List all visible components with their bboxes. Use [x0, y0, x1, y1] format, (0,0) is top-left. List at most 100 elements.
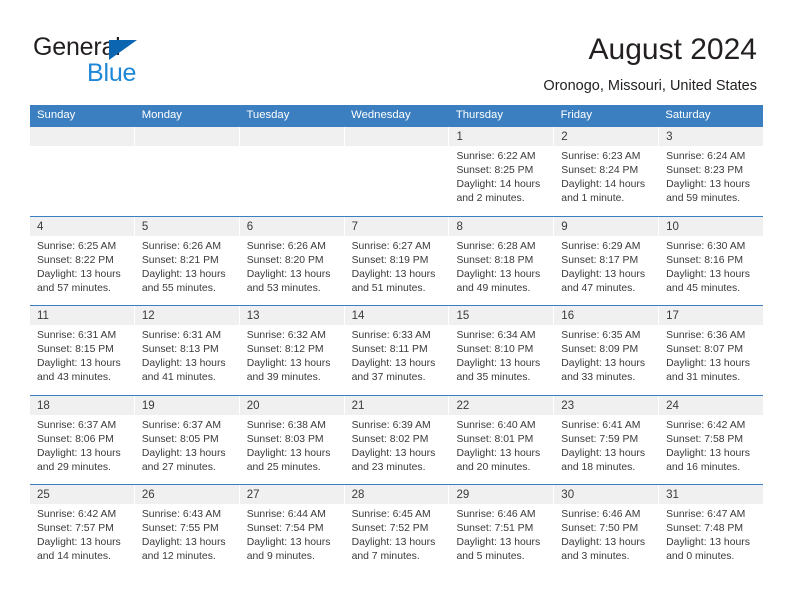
day-cell[interactable]: 7 Sunrise: 6:27 AM Sunset: 8:19 PM Dayli…	[344, 216, 450, 305]
day-number: 20	[246, 399, 260, 412]
day-details: Sunrise: 6:26 AM Sunset: 8:21 PM Dayligh…	[135, 236, 239, 296]
day-cell[interactable]: 23 Sunrise: 6:41 AM Sunset: 7:59 PM Dayl…	[554, 395, 660, 484]
daylight-line-1: Daylight: 13 hours	[561, 358, 646, 369]
daylight-line-2: and 43 minutes.	[37, 372, 111, 383]
day-cell[interactable]: 11 Sunrise: 6:31 AM Sunset: 8:15 PM Dayl…	[30, 306, 135, 395]
sunrise-line: Sunrise: 6:30 AM	[666, 240, 746, 252]
day-details: Sunrise: 6:22 AM Sunset: 8:25 PM Dayligh…	[449, 146, 553, 206]
day-number: 9	[561, 220, 568, 233]
day-cell[interactable]: 4 Sunrise: 6:25 AM Sunset: 8:22 PM Dayli…	[30, 216, 135, 305]
sunset-line: Sunset: 8:11 PM	[351, 344, 428, 355]
sunrise-line: Sunrise: 6:40 AM	[456, 419, 536, 431]
day-number: 1	[456, 131, 463, 143]
day-number-band: 6	[239, 216, 344, 236]
day-cell[interactable]: 9 Sunrise: 6:29 AM Sunset: 8:17 PM Dayli…	[554, 216, 660, 305]
day-number: 13	[246, 310, 260, 322]
sunrise-line: Sunrise: 6:38 AM	[246, 419, 326, 431]
day-number: 11	[37, 310, 49, 322]
daylight-line-1: Daylight: 13 hours	[246, 537, 331, 548]
daylight-line-2: and 31 minutes.	[666, 372, 741, 383]
day-cell[interactable]: 8 Sunrise: 6:28 AM Sunset: 8:18 PM Dayli…	[449, 216, 555, 305]
day-number: 8	[456, 220, 463, 233]
day-cell[interactable]: 27 Sunrise: 6:44 AM Sunset: 7:54 PM Dayl…	[239, 485, 345, 574]
day-cell[interactable]	[134, 127, 240, 216]
weekday-header-row: Sunday Monday Tuesday Wednesday Thursday…	[30, 105, 763, 126]
day-cell[interactable]: 16 Sunrise: 6:35 AM Sunset: 8:09 PM Dayl…	[554, 306, 660, 395]
daylight-line-2: and 47 minutes.	[561, 282, 636, 294]
day-cell[interactable]: 12 Sunrise: 6:31 AM Sunset: 8:13 PM Dayl…	[134, 306, 240, 395]
day-cell[interactable]: 22 Sunrise: 6:40 AM Sunset: 8:01 PM Dayl…	[449, 395, 555, 484]
daylight-line-1: Daylight: 13 hours	[561, 537, 646, 548]
day-cell[interactable]: 20 Sunrise: 6:38 AM Sunset: 8:03 PM Dayl…	[239, 395, 345, 484]
day-cell[interactable]: 30 Sunrise: 6:46 AM Sunset: 7:50 PM Dayl…	[554, 485, 660, 574]
day-details: Sunrise: 6:43 AM Sunset: 7:55 PM Dayligh…	[135, 504, 239, 564]
day-cell[interactable]: 31 Sunrise: 6:47 AM Sunset: 7:48 PM Dayl…	[659, 485, 764, 574]
day-cell[interactable]: 29 Sunrise: 6:46 AM Sunset: 7:51 PM Dayl…	[449, 485, 555, 574]
day-cell[interactable]: 25 Sunrise: 6:42 AM Sunset: 7:57 PM Dayl…	[30, 485, 135, 574]
sunset-line: Sunset: 7:51 PM	[456, 523, 534, 534]
day-cell[interactable]	[30, 127, 135, 216]
day-details: Sunrise: 6:44 AM Sunset: 7:54 PM Dayligh…	[240, 504, 344, 564]
day-number: 4	[37, 220, 44, 233]
day-number: 3	[666, 131, 673, 143]
day-details: Sunrise: 6:30 AM Sunset: 8:16 PM Dayligh…	[659, 236, 763, 296]
sunset-line: Sunset: 8:15 PM	[37, 344, 114, 355]
day-number-band: 17	[659, 306, 764, 325]
day-details: Sunrise: 6:41 AM Sunset: 7:59 PM Dayligh…	[554, 415, 658, 475]
sunset-line: Sunset: 8:01 PM	[456, 433, 534, 445]
day-cell[interactable]: 2 Sunrise: 6:23 AM Sunset: 8:24 PM Dayli…	[554, 127, 660, 216]
sunset-line: Sunset: 7:59 PM	[561, 433, 639, 445]
sunrise-line: Sunrise: 6:46 AM	[561, 509, 641, 520]
day-cell[interactable]	[239, 127, 345, 216]
day-number: 22	[456, 399, 470, 412]
day-number-band: 12	[134, 306, 239, 325]
day-number: 7	[351, 220, 358, 233]
daylight-line-1: Daylight: 13 hours	[666, 537, 750, 548]
weekday-saturday: Saturday	[665, 109, 711, 121]
day-number-band	[239, 127, 344, 146]
day-number: 10	[666, 220, 679, 233]
day-cell[interactable]: 15 Sunrise: 6:34 AM Sunset: 8:10 PM Dayl…	[449, 306, 555, 395]
week-row: 18 Sunrise: 6:37 AM Sunset: 8:06 PM Dayl…	[30, 394, 764, 484]
general-blue-logo[interactable]: General Blue	[33, 33, 213, 87]
day-number: 6	[246, 220, 254, 233]
day-cell[interactable]: 6 Sunrise: 6:26 AM Sunset: 8:20 PM Dayli…	[239, 216, 345, 305]
daylight-line-2: and 16 minutes.	[666, 461, 741, 473]
day-cell[interactable]: 18 Sunrise: 6:37 AM Sunset: 8:06 PM Dayl…	[30, 395, 135, 484]
day-number-band	[134, 127, 239, 146]
daylight-line-1: Daylight: 13 hours	[37, 537, 121, 548]
day-number: 27	[246, 489, 260, 501]
sunset-line: Sunset: 8:09 PM	[561, 344, 639, 355]
daylight-line-2: and 57 minutes.	[37, 282, 111, 294]
daylight-line-2: and 39 minutes.	[246, 372, 321, 383]
day-details: Sunrise: 6:42 AM Sunset: 7:58 PM Dayligh…	[659, 415, 763, 475]
day-cell[interactable]: 28 Sunrise: 6:45 AM Sunset: 7:52 PM Dayl…	[344, 485, 450, 574]
sunrise-line: Sunrise: 6:42 AM	[37, 509, 117, 520]
day-cell[interactable]: 1 Sunrise: 6:22 AM Sunset: 8:25 PM Dayli…	[449, 127, 555, 216]
day-details: Sunrise: 6:47 AM Sunset: 7:48 PM Dayligh…	[659, 504, 763, 564]
sunset-line: Sunset: 8:25 PM	[456, 165, 534, 176]
day-cell[interactable]: 10 Sunrise: 6:30 AM Sunset: 8:16 PM Dayl…	[659, 216, 764, 305]
day-cell[interactable]: 17 Sunrise: 6:36 AM Sunset: 8:07 PM Dayl…	[659, 306, 764, 395]
day-cell[interactable]: 24 Sunrise: 6:42 AM Sunset: 7:58 PM Dayl…	[659, 395, 764, 484]
day-number-band: 4	[30, 216, 134, 236]
daylight-line-2: and 5 minutes.	[456, 551, 525, 562]
day-number-band: 9	[554, 216, 659, 236]
daylight-line-1: Daylight: 13 hours	[37, 268, 121, 280]
day-cell[interactable]: 5 Sunrise: 6:26 AM Sunset: 8:21 PM Dayli…	[134, 216, 240, 305]
day-number-band: 8	[449, 216, 554, 236]
day-cell[interactable]: 26 Sunrise: 6:43 AM Sunset: 7:55 PM Dayl…	[134, 485, 240, 574]
page-subtitle: Oronogo, Missouri, United States	[543, 78, 757, 94]
day-details: Sunrise: 6:32 AM Sunset: 8:12 PM Dayligh…	[240, 325, 344, 385]
sunrise-line: Sunrise: 6:46 AM	[456, 509, 536, 520]
day-details: Sunrise: 6:46 AM Sunset: 7:51 PM Dayligh…	[449, 504, 553, 564]
day-cell[interactable]: 14 Sunrise: 6:33 AM Sunset: 8:11 PM Dayl…	[344, 306, 450, 395]
day-cell[interactable]: 21 Sunrise: 6:39 AM Sunset: 8:02 PM Dayl…	[344, 395, 450, 484]
daylight-line-2: and 12 minutes.	[141, 551, 216, 562]
sunset-line: Sunset: 8:19 PM	[351, 254, 429, 266]
day-cell[interactable]: 13 Sunrise: 6:32 AM Sunset: 8:12 PM Dayl…	[239, 306, 345, 395]
day-cell[interactable]	[344, 127, 450, 216]
day-details: Sunrise: 6:31 AM Sunset: 8:15 PM Dayligh…	[30, 325, 134, 385]
day-cell[interactable]: 3 Sunrise: 6:24 AM Sunset: 8:23 PM Dayli…	[659, 127, 764, 216]
day-cell[interactable]: 19 Sunrise: 6:37 AM Sunset: 8:05 PM Dayl…	[134, 395, 240, 484]
